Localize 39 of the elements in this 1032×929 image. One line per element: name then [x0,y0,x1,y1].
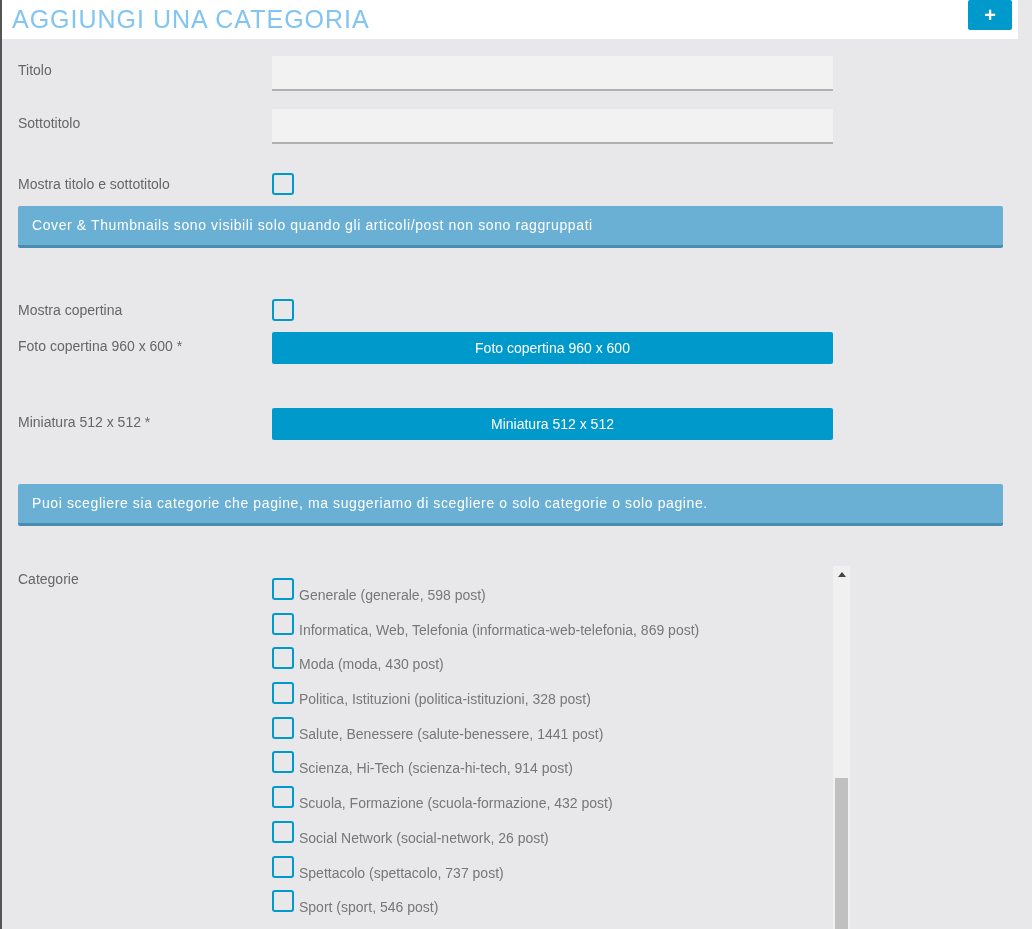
info-banner: Puoi scegliere sia categorie che pagine, ma suggeriamo di scegliere o solo categorie o solo pagine. [18,484,1003,526]
add-button[interactable]: + [968,0,1012,30]
upload-button[interactable]: Foto copertina 960 x 600 [272,332,833,364]
checkbox[interactable] [272,647,294,670]
category-option[interactable]: Sport (sport, 546 post) [299,890,439,919]
category-option[interactable]: Politica, Istituzioni (politica-istituzioni, 328 post) [299,682,591,711]
category-option[interactable]: Informatica, Web, Telefonia (informatica-web-telefonia, 869 post) [299,612,700,641]
info-banner: Cover & Thumbnails sono visibili solo quando gli articoli/post non sono raggruppati [18,206,1003,248]
category-option[interactable]: Generale (generale, 598 post) [299,578,486,606]
checkbox[interactable] [272,820,294,843]
input-field[interactable] [272,56,833,91]
field-label: Foto copertina 960 x 600 * [18,337,184,356]
scrollbar[interactable] [833,566,850,929]
category-option[interactable]: Salute, Benessere (salute-benessere, 1441 post) [299,716,604,745]
checkbox[interactable] [272,173,294,195]
field-label: Mostra titolo e sottotitolo [18,174,171,194]
checkbox[interactable] [272,855,294,878]
page-title: AGGIUNGI UNA CATEGORIA [12,3,370,35]
category-option[interactable]: Spettacolo (spettacolo, 737 post) [299,855,504,884]
upload-button[interactable]: Miniatura 512 x 512 [272,408,833,440]
checkbox[interactable] [272,612,294,635]
category-option[interactable]: Moda (moda, 430 post) [299,647,444,676]
checkbox[interactable] [272,716,294,739]
field-label: Sottotitolo [18,114,82,133]
checkbox[interactable] [272,299,294,321]
input-field[interactable] [272,109,833,144]
checkbox[interactable] [272,682,294,705]
field-label: Titolo [18,61,53,80]
checkbox[interactable] [272,751,294,774]
category-option[interactable]: Scuola, Formazione (scuola-formazione, 432 post) [299,786,613,815]
field-label: Miniatura 512 x 512 * [18,413,152,432]
field-label: Categorie [18,570,80,589]
field-label: Mostra copertina [18,300,124,320]
category-option[interactable]: Social Network (social-network, 26 post) [299,820,549,849]
scroll-up-icon[interactable] [837,572,846,577]
category-option[interactable]: Scienza, Hi-Tech (scienza-hi-tech, 914 post) [299,751,573,780]
checkbox[interactable] [272,786,294,809]
checkbox[interactable] [272,890,294,913]
checkbox[interactable] [272,578,294,600]
